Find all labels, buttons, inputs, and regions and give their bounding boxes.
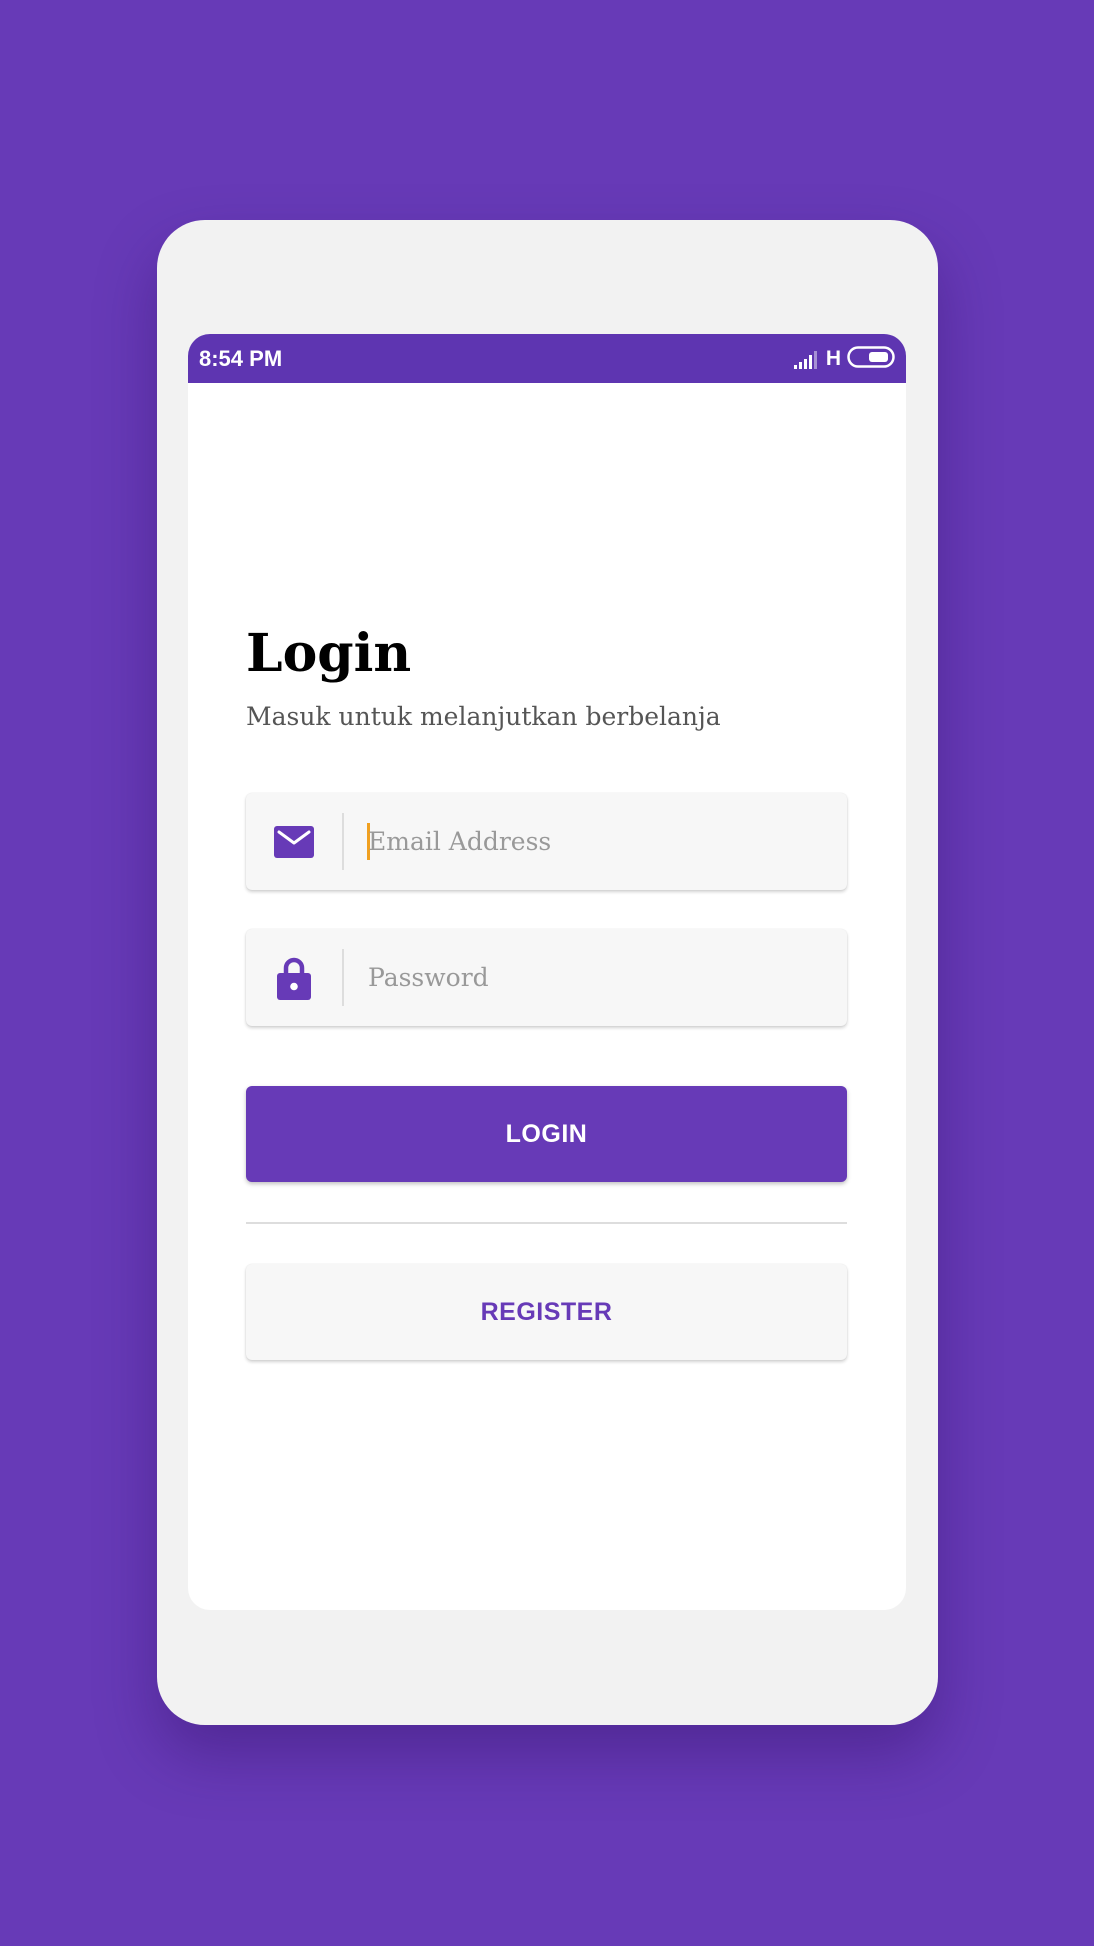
page-subtitle: Masuk untuk melanjutkan berbelanja	[246, 702, 721, 731]
field-divider	[342, 949, 344, 1006]
register-button[interactable]: REGISTER	[246, 1264, 847, 1360]
app-screen: 8:54 PM H Login Masuk untuk melanjutkan …	[188, 334, 906, 1610]
divider	[246, 1222, 847, 1224]
page-title: Login	[246, 623, 412, 684]
password-input[interactable]	[368, 929, 828, 1026]
network-type-label: H	[825, 347, 841, 370]
status-time: 8:54 PM	[199, 346, 283, 371]
battery-icon	[847, 345, 895, 373]
password-field[interactable]	[246, 929, 847, 1026]
signal-icon	[793, 349, 820, 369]
lock-icon	[272, 956, 316, 1000]
login-button[interactable]: LOGIN	[246, 1086, 847, 1182]
phone-device-frame: 8:54 PM H Login Masuk untuk melanjutkan …	[157, 220, 938, 1725]
status-indicators: H	[793, 345, 895, 373]
mail-icon	[272, 820, 316, 864]
email-input[interactable]	[368, 793, 828, 890]
status-bar: 8:54 PM H	[188, 334, 906, 383]
email-field[interactable]	[246, 793, 847, 890]
field-divider	[342, 813, 344, 870]
